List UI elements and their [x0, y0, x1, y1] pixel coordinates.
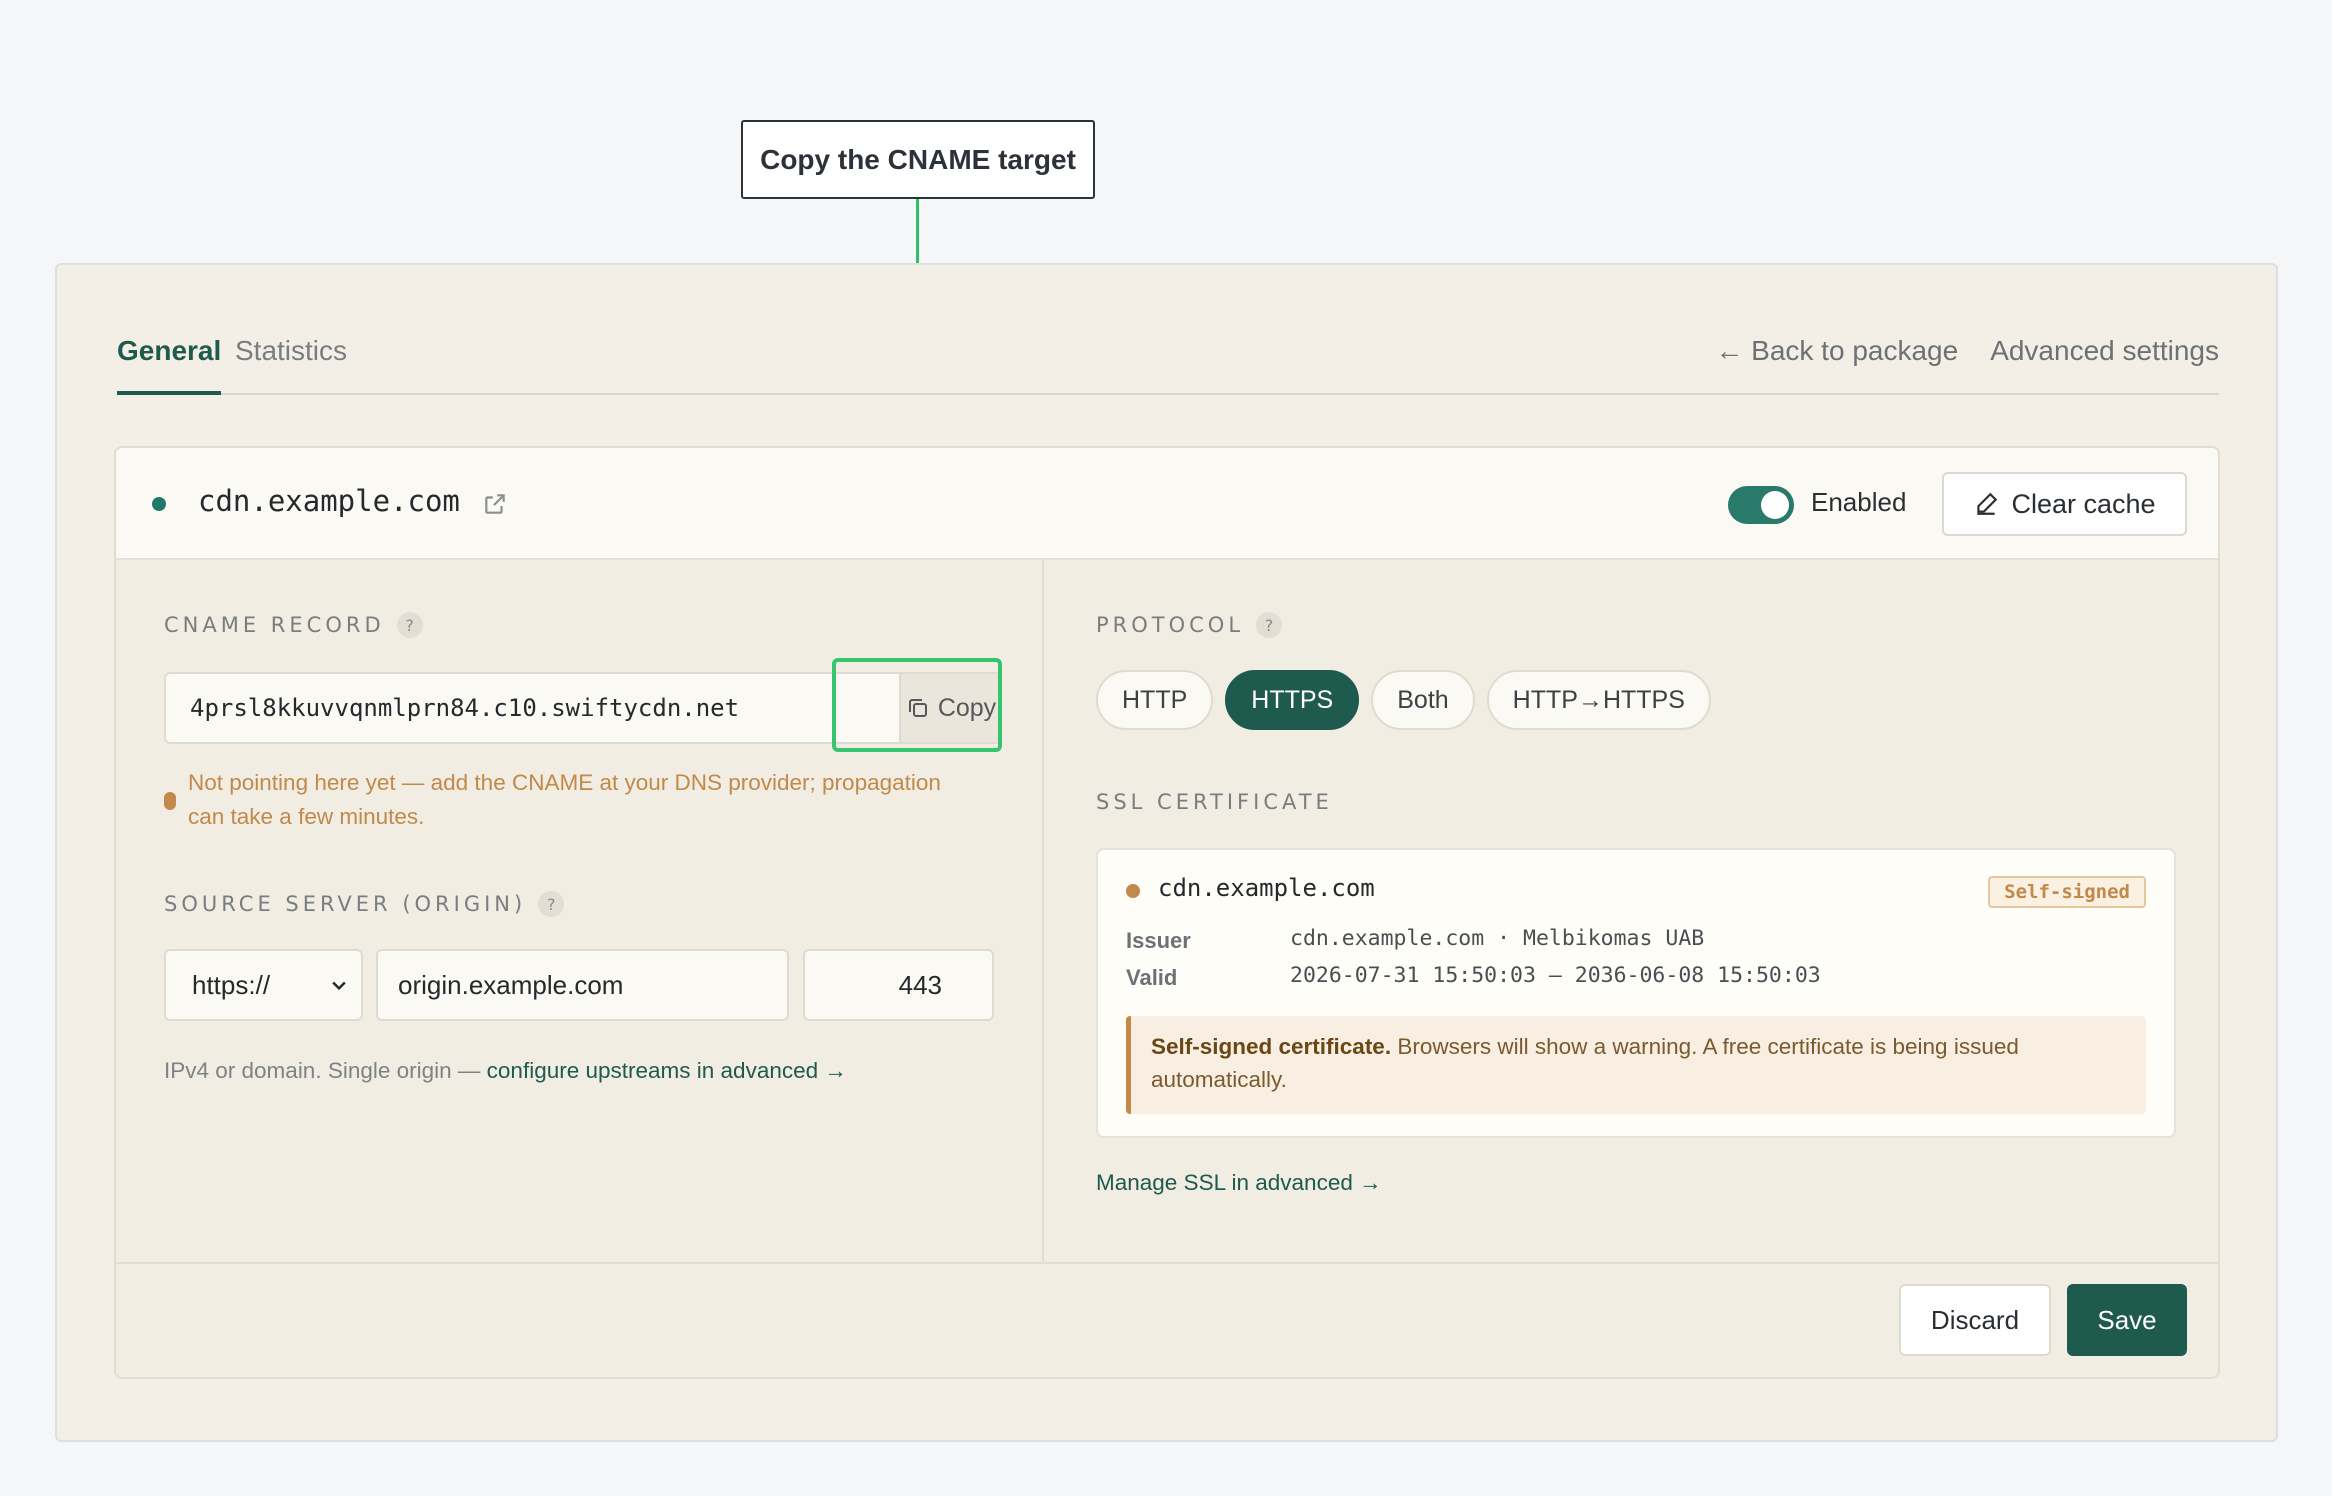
- save-button[interactable]: Save: [2067, 1284, 2187, 1356]
- main-panel: General Statistics ← Back to package Adv…: [55, 263, 2278, 1442]
- origin-host-input[interactable]: origin.example.com: [376, 949, 789, 1021]
- cname-label: CNAME RECORD: [164, 613, 385, 637]
- valid-value: 2026-07-31 15:50:03 — 2036-06-08 15:50:0…: [1290, 963, 1821, 988]
- protocol-option-redirect[interactable]: HTTP→HTTPS: [1486, 670, 1711, 730]
- cname-field: 4prsl8kkuvvqnmlprn84.c10.swiftycdn.net C…: [164, 672, 1001, 744]
- issuer-value: cdn.example.com · Melbikomas UAB: [1290, 926, 1705, 951]
- status-dot: [152, 497, 166, 511]
- tab-bar: General Statistics ← Back to package Adv…: [117, 335, 2219, 395]
- resource-domain: cdn.example.com: [198, 484, 460, 518]
- copy-button[interactable]: Copy: [899, 674, 1001, 742]
- protocol-label: PROTOCOL: [1096, 613, 1245, 637]
- chevron-down-icon: [332, 981, 346, 991]
- help-icon[interactable]: ?: [396, 612, 423, 638]
- resource-header: cdn.example.com Enabled Clear cache: [116, 448, 2218, 560]
- origin-hint-text: IPv4 or domain. Single origin —: [164, 1058, 487, 1083]
- footer-divider: [116, 1262, 2218, 1264]
- copy-label: Copy: [937, 693, 997, 722]
- scheme-select[interactable]: https://: [164, 949, 363, 1021]
- copy-icon: [908, 699, 927, 717]
- protocol-option-http[interactable]: HTTP: [1096, 670, 1214, 730]
- manage-ssl-link[interactable]: Manage SSL in advanced →: [1096, 1170, 1382, 1196]
- ssl-warning-title: Self-signed certificate.: [1151, 1034, 1392, 1059]
- external-link-icon[interactable]: [482, 491, 508, 517]
- origin-hint: IPv4 or domain. Single origin — configur…: [164, 1058, 847, 1084]
- clear-cache-button[interactable]: Clear cache: [1942, 472, 2187, 536]
- configure-upstreams-link[interactable]: configure upstreams in advanced →: [487, 1058, 847, 1083]
- ssl-certificate-card: cdn.example.com Self-signed Issuer cdn.e…: [1096, 848, 2176, 1138]
- tab-statistics[interactable]: Statistics: [235, 335, 347, 393]
- valid-label: Valid: [1126, 965, 1178, 990]
- origin-label: SOURCE SERVER (ORIGIN): [164, 892, 527, 916]
- ssl-section-label: SSL CERTIFICATE: [1096, 790, 1333, 814]
- enabled-toggle[interactable]: [1728, 486, 1794, 524]
- column-divider: [1042, 560, 1044, 1262]
- protocol-option-https[interactable]: HTTPS: [1225, 670, 1360, 730]
- ssl-warning: Self-signed certificate. Browsers will s…: [1126, 1016, 2146, 1114]
- resource-card: cdn.example.com Enabled Clear cache CNAM…: [114, 446, 2220, 1379]
- origin-section-label: SOURCE SERVER (ORIGIN) ?: [164, 891, 565, 917]
- protocol-option-both[interactable]: Both: [1371, 670, 1475, 730]
- ssl-domain: cdn.example.com: [1158, 874, 1375, 902]
- eraser-icon: [1977, 492, 1998, 515]
- back-to-package-link[interactable]: ← Back to package: [1715, 335, 1958, 367]
- scheme-value: https://: [192, 970, 271, 1000]
- enabled-label: Enabled: [1811, 487, 1907, 517]
- help-icon[interactable]: ?: [538, 891, 565, 917]
- cname-warning: Not pointing here yet — add the CNAME at…: [188, 770, 941, 829]
- cname-value: 4prsl8kkuvvqnmlprn84.c10.swiftycdn.net: [190, 694, 740, 722]
- tab-general[interactable]: General: [117, 335, 222, 395]
- ssl-status-dot: [1126, 884, 1140, 898]
- annotation-callout: Copy the CNAME target: [741, 120, 1095, 199]
- tab-bar-links: ← Back to package Advanced settings: [1715, 335, 2219, 367]
- self-signed-badge: Self-signed: [1988, 876, 2146, 908]
- clear-cache-label: Clear cache: [2011, 488, 2156, 519]
- ssl-label: SSL CERTIFICATE: [1096, 790, 1333, 814]
- advanced-settings-link[interactable]: Advanced settings: [1990, 335, 2219, 367]
- origin-port-input[interactable]: 443: [803, 949, 994, 1021]
- warning-dot: [164, 792, 176, 810]
- protocol-section-label: PROTOCOL ?: [1096, 612, 1283, 638]
- issuer-label: Issuer: [1126, 928, 1191, 953]
- discard-button[interactable]: Discard: [1899, 1284, 2051, 1356]
- help-icon[interactable]: ?: [1256, 612, 1283, 638]
- cname-section-label: CNAME RECORD ?: [164, 612, 423, 638]
- protocol-options: HTTP HTTPS Both HTTP→HTTPS: [1096, 670, 1711, 730]
